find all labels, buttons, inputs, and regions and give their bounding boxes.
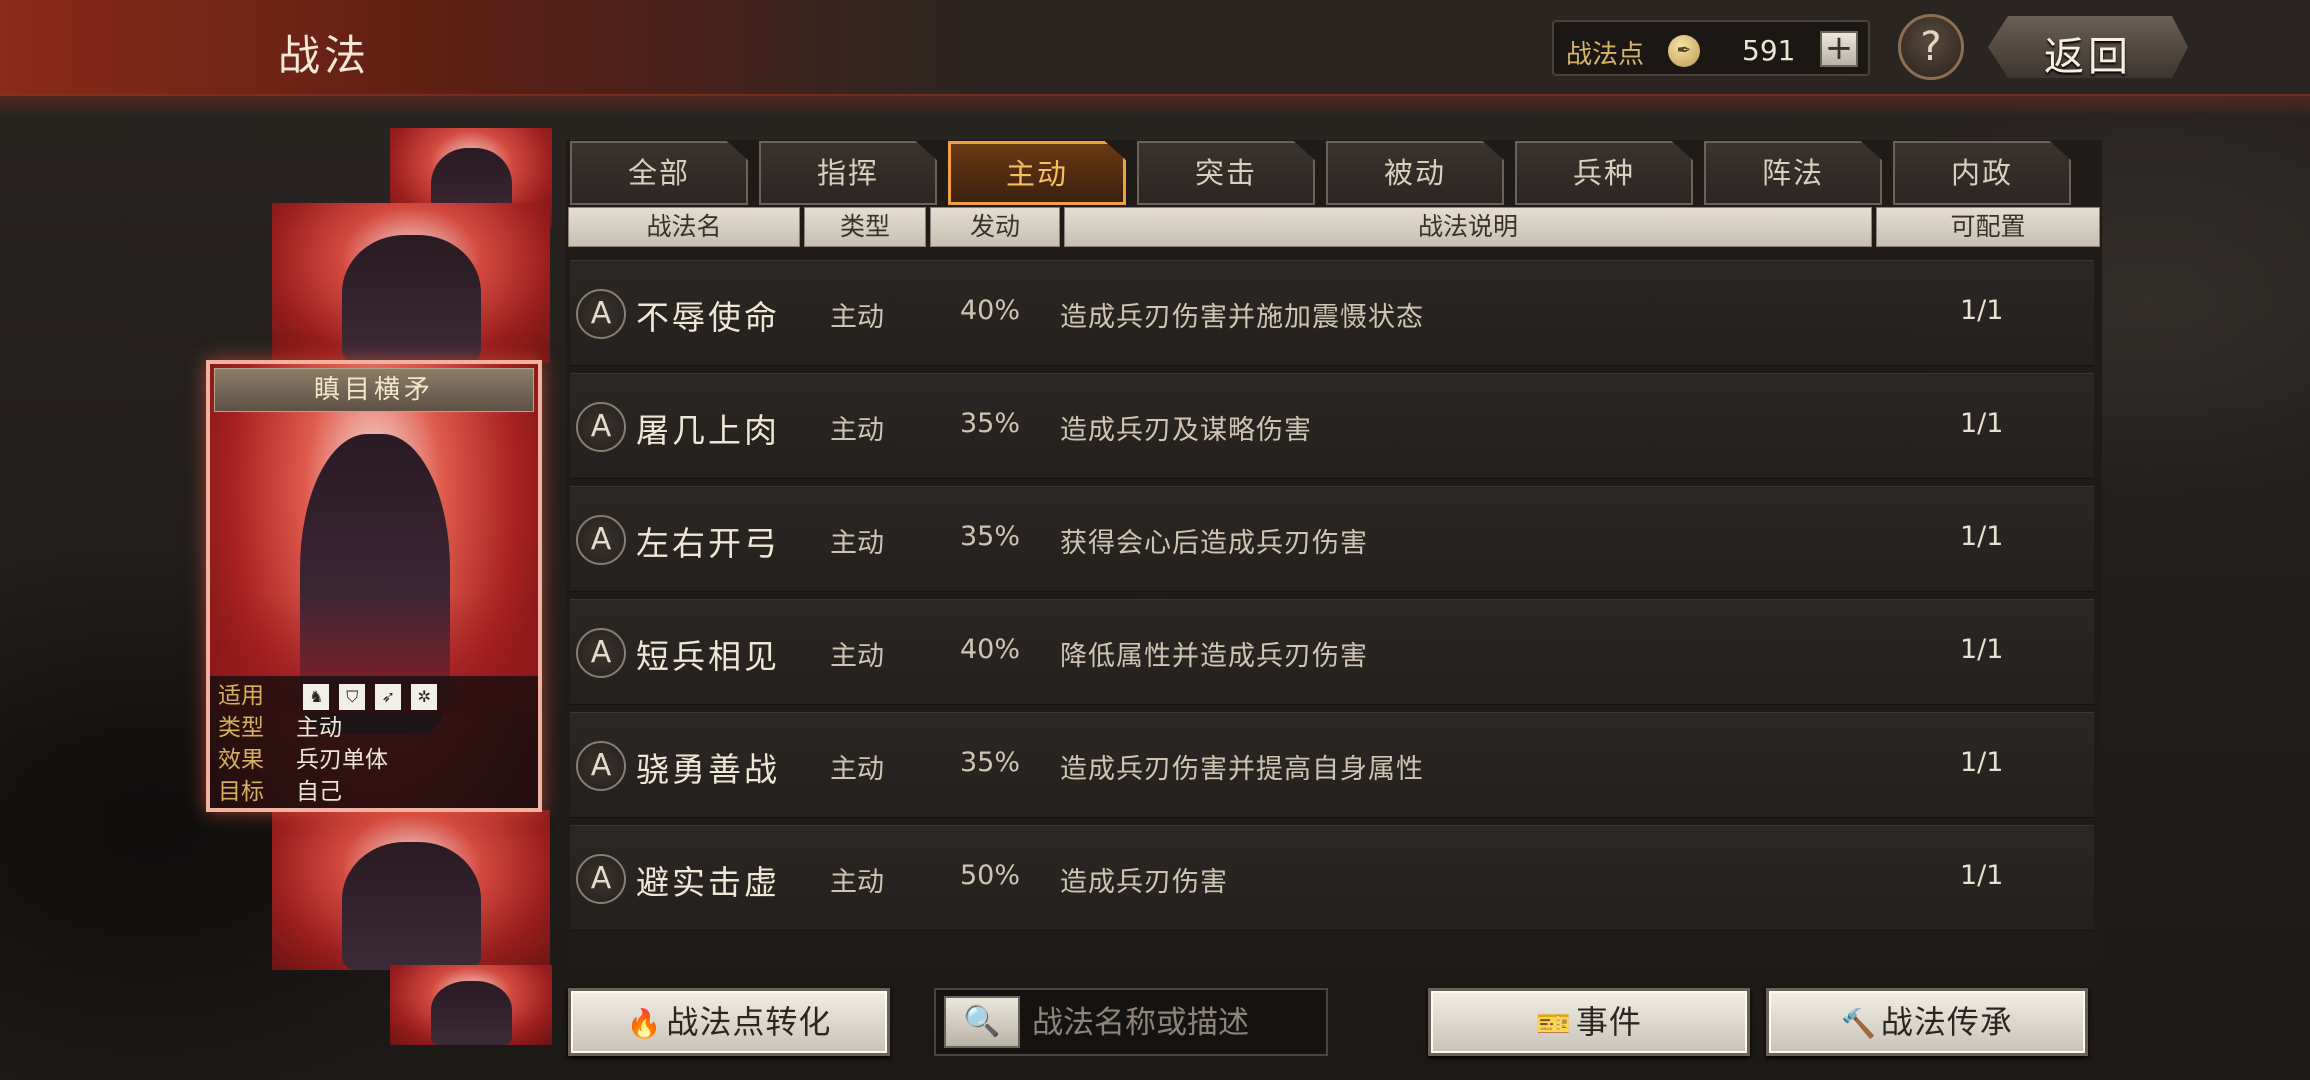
tactic-card-image[interactable] [390,965,552,1045]
tactic-configurable-count: 1/1 [1960,295,2004,326]
tab-active[interactable]: 主动 [948,141,1126,205]
tactic-row[interactable]: A 骁勇善战 主动 35% 造成兵刃伤害并提高自身属性 1/1 [570,712,2094,818]
add-points-button[interactable]: + [1820,31,1858,67]
bow-icon: ➶ [375,683,402,710]
tactic-configurable-count: 1/1 [1960,747,2004,778]
tactic-type: 主动 [830,415,884,446]
tactic-row[interactable]: A 短兵相见 主动 40% 降低属性并造成兵刃伤害 1/1 [570,599,2094,705]
tactic-row[interactable]: A 屠几上肉 主动 35% 造成兵刃及谋略伤害 1/1 [570,373,2094,479]
convert-points-button[interactable]: 🔥 战法点转化 [568,988,890,1056]
tactic-name: 屠几上肉 [636,411,780,450]
tactic-rate: 40% [960,634,1021,665]
tactic-description: 造成兵刃及谋略伤害 [1060,415,1312,446]
grade-a-icon: A [576,289,626,339]
tactic-configurable-count: 1/1 [1960,860,2004,891]
tactic-rate: 35% [960,521,1021,552]
tab-assault[interactable]: 突击 [1137,141,1315,205]
help-button[interactable]: ? [1898,14,1964,80]
tactic-type: 主动 [830,754,884,785]
tactic-row[interactable]: A 避实击虚 主动 50% 造成兵刃伤害 1/1 [570,825,2094,931]
tactic-description: 造成兵刃伤害并施加震慑状态 [1060,302,1424,333]
selected-tactic-card[interactable]: 瞋目横矛 适用 ♞ ⛉ ➶ ✲ 类型 主动 效果 兵刃单体 目标 自己 [206,360,542,812]
tactic-points-box: 战法点 ✒ 591 + [1552,20,1870,76]
shield-icon: ⛉ [339,683,366,710]
column-rate[interactable]: 发动 [930,207,1060,247]
search-input[interactable] [1032,998,1320,1048]
tactic-rate: 40% [960,295,1021,326]
tactic-description: 造成兵刃伤害 [1060,867,1228,898]
card-title: 瞋目横矛 [214,368,534,412]
tab-troop[interactable]: 兵种 [1515,141,1693,205]
convert-points-label: 战法点转化 [666,1003,832,1041]
hammer-icon: 🔨 [1841,1007,1877,1040]
card-info-effect: 效果 兵刃单体 [218,747,388,773]
column-description: 战法说明 [1064,207,1872,247]
card-info-type: 类型 主动 [218,715,342,741]
tactic-type: 主动 [830,641,884,672]
tactic-type: 主动 [830,302,884,333]
tactic-name: 左右开弓 [636,524,780,563]
tactic-row[interactable]: A 左右开弓 主动 35% 获得会心后造成兵刃伤害 1/1 [570,486,2094,592]
ticket-icon: 🎫 [1536,1007,1572,1040]
tab-passive[interactable]: 被动 [1326,141,1504,205]
inherit-tactic-label: 战法传承 [1880,1003,2013,1041]
tactic-configurable-count: 1/1 [1960,521,2004,552]
column-type[interactable]: 类型 [804,207,926,247]
tactic-points-label: 战法点 [1566,40,1645,70]
chariot-icon: ✲ [411,683,438,710]
search-icon[interactable]: 🔍 [944,996,1020,1048]
tactic-type: 主动 [830,528,884,559]
cavalry-icon: ♞ [303,683,330,710]
tab-all[interactable]: 全部 [570,141,748,205]
column-name[interactable]: 战法名 [568,207,800,247]
back-button-label: 返回 [2044,34,2132,80]
column-configurable[interactable]: 可配置 [1876,207,2100,247]
tactic-row[interactable]: A 不辱使命 主动 40% 造成兵刃伤害并施加震慑状态 1/1 [570,260,2094,366]
tab-internal[interactable]: 内政 [1893,141,2071,205]
events-label: 事件 [1575,1003,1642,1041]
search-box: 🔍 [934,988,1328,1056]
back-button[interactable]: 返回 [1988,16,2188,78]
tactic-name: 不辱使命 [636,298,780,337]
tactic-configurable-count: 1/1 [1960,634,2004,665]
events-button[interactable]: 🎫 事件 [1428,988,1750,1056]
tactic-description: 降低属性并造成兵刃伤害 [1060,641,1368,672]
flame-icon: 🔥 [626,1007,663,1040]
grade-a-icon: A [576,854,626,904]
tactic-name: 避实击虚 [636,863,780,902]
tab-command[interactable]: 指挥 [759,141,937,205]
tactic-description: 造成兵刃伤害并提高自身属性 [1060,754,1424,785]
tactic-name: 短兵相见 [636,637,780,676]
grade-a-icon: A [576,515,626,565]
tab-formation[interactable]: 阵法 [1704,141,1882,205]
tactic-card-image[interactable] [272,203,550,363]
header-bar: 战法 战法点 ✒ 591 + ? 返回 [0,0,2310,116]
tactic-rate: 35% [960,408,1021,439]
tactic-configurable-count: 1/1 [1960,408,2004,439]
tactic-description: 获得会心后造成兵刃伤害 [1060,528,1368,559]
tactic-name: 骁勇善战 [636,750,780,789]
grade-a-icon: A [576,628,626,678]
inherit-tactic-button[interactable]: 🔨 战法传承 [1766,988,2088,1056]
tactic-type: 主动 [830,867,884,898]
tactic-rate: 35% [960,747,1021,778]
tactic-points-value: 591 [1742,34,1796,67]
grade-a-icon: A [576,741,626,791]
grade-a-icon: A [576,402,626,452]
card-info-target: 目标 自己 [218,779,342,805]
tactic-rate: 50% [960,860,1021,891]
quill-icon: ✒ [1668,35,1700,67]
page-title: 战法 [278,31,371,80]
card-info-applicable: 适用 ♞ ⛉ ➶ ✲ [218,680,447,712]
card-info-panel: 适用 ♞ ⛉ ➶ ✲ 类型 主动 效果 兵刃单体 目标 自己 [210,676,538,808]
tactic-card-image[interactable] [272,810,550,970]
